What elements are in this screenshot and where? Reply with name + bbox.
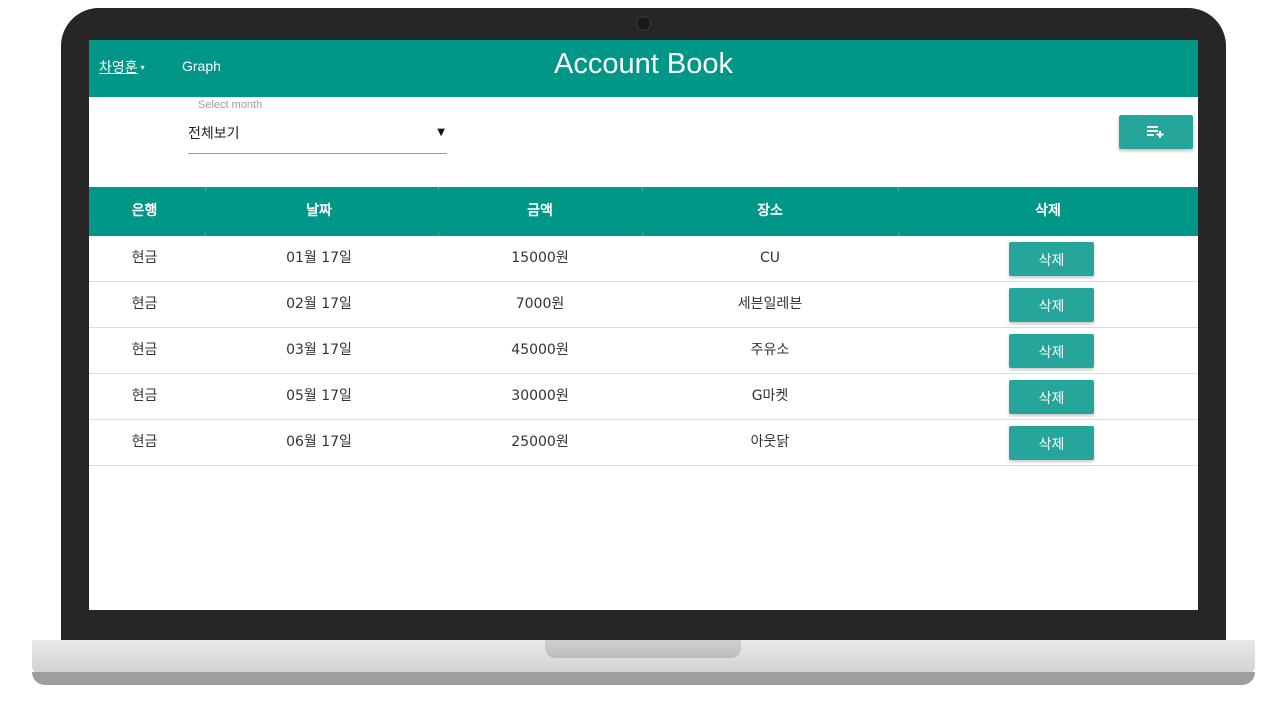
table-row: 현금 01월 17일 15000원 CU 삭제 <box>89 236 1198 282</box>
cell-place: G마켓 <box>751 388 789 404</box>
cell-date: 02월 17일 <box>286 296 352 312</box>
delete-button[interactable]: 삭제 <box>1009 426 1094 460</box>
cell-place: CU <box>759 250 781 266</box>
month-select-value: 전체보기 <box>188 126 240 142</box>
cell-date: 01월 17일 <box>286 250 352 266</box>
cell-date: 03월 17일 <box>286 342 352 358</box>
cell-amount: 25000원 <box>511 434 569 450</box>
camera-icon <box>636 16 651 31</box>
cell-amount: 45000원 <box>511 342 569 358</box>
dropdown-arrow-icon: ▼ <box>437 127 445 138</box>
header-divider <box>642 187 643 236</box>
delete-button[interactable]: 삭제 <box>1009 242 1094 276</box>
cell-date: 06월 17일 <box>286 434 352 450</box>
cell-bank: 현금 <box>131 342 158 358</box>
app-screen: 차영훈 ▾ Graph Account Book Select month 전체보… <box>89 40 1198 610</box>
table-row: 현금 05월 17일 30000원 G마켓 삭제 <box>89 374 1198 420</box>
header-delete[interactable]: 삭제 <box>898 187 1198 236</box>
cell-date: 05월 17일 <box>286 388 352 404</box>
delete-button[interactable]: 삭제 <box>1009 380 1094 414</box>
cell-amount: 15000원 <box>511 250 569 266</box>
header-place[interactable]: 장소 <box>642 187 898 236</box>
header-divider <box>898 187 899 236</box>
cell-place: 세븐일레븐 <box>737 296 803 312</box>
header-bank[interactable]: 은행 <box>89 187 200 236</box>
laptop-hinge <box>545 640 741 658</box>
table-header: 은행 날짜 금액 장소 삭제 <box>89 187 1198 236</box>
page-title: Account Book <box>554 48 733 80</box>
cell-bank: 현금 <box>131 296 158 312</box>
add-entry-button[interactable] <box>1119 115 1193 149</box>
table-body: 현금 01월 17일 15000원 CU 삭제 현금 02월 17일 7000원… <box>89 236 1198 466</box>
cell-bank: 현금 <box>131 434 158 450</box>
playlist-add-icon <box>1147 126 1164 138</box>
delete-button[interactable]: 삭제 <box>1009 288 1094 322</box>
laptop-base-shadow <box>32 672 1255 685</box>
delete-button[interactable]: 삭제 <box>1009 334 1094 368</box>
header-divider <box>205 187 206 236</box>
header-divider <box>438 187 439 236</box>
table-row: 현금 03월 17일 45000원 주유소 삭제 <box>89 328 1198 374</box>
cell-bank: 현금 <box>131 250 158 266</box>
month-select[interactable]: 전체보기 ▼ <box>188 120 447 154</box>
cell-place: 주유소 <box>750 342 790 358</box>
navbar: 차영훈 ▾ Graph Account Book <box>89 40 1198 97</box>
header-amount[interactable]: 금액 <box>438 187 642 236</box>
cell-place: 아웃닭 <box>750 434 790 450</box>
table-row: 현금 02월 17일 7000원 세븐일레븐 삭제 <box>89 282 1198 328</box>
header-date[interactable]: 날짜 <box>200 187 438 236</box>
month-select-label: Select month <box>198 99 263 111</box>
cell-bank: 현금 <box>131 388 158 404</box>
cell-amount: 7000원 <box>515 296 565 312</box>
cell-amount: 30000원 <box>511 388 569 404</box>
table-row: 현금 06월 17일 25000원 아웃닭 삭제 <box>89 420 1198 466</box>
